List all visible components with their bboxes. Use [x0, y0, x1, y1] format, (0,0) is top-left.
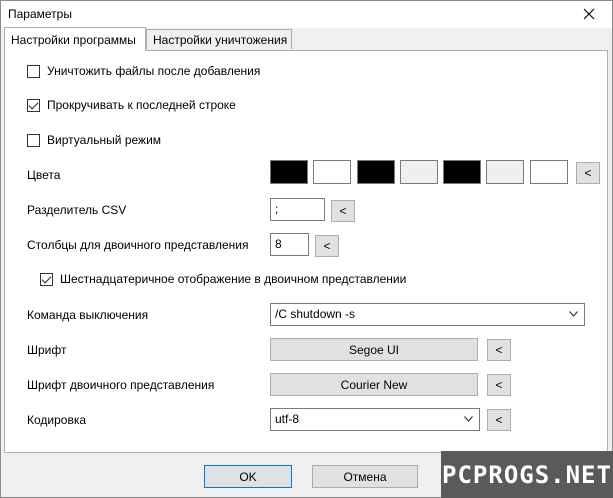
close-button[interactable]	[574, 3, 604, 25]
encoding-reset-button[interactable]: <	[487, 409, 511, 431]
binary-font-reset-button[interactable]: <	[487, 374, 511, 396]
color-swatch-6[interactable]	[486, 160, 524, 184]
watermark: PCPROGS.NET	[441, 451, 613, 498]
encoding-value: utf-8	[275, 412, 300, 426]
scroll-last-line-option[interactable]: Прокручивать к последней строке	[27, 95, 236, 115]
binary-font-label: Шрифт двоичного представления	[27, 378, 215, 392]
font-reset-button[interactable]: <	[487, 339, 511, 361]
color-swatch-4[interactable]	[400, 160, 438, 184]
tab-destroy-settings[interactable]: Настройки уничтожения	[146, 29, 292, 49]
virtual-mode-checkbox[interactable]	[27, 133, 40, 147]
chevron-down-icon	[569, 311, 578, 317]
hex-display-option[interactable]: Шестнадцатеричное отображение в двоичном…	[40, 269, 406, 289]
csv-separator-input[interactable]: ;	[270, 198, 325, 221]
ok-button[interactable]: OK	[204, 465, 292, 488]
color-swatch-2[interactable]	[313, 160, 351, 184]
shutdown-command-label: Команда выключения	[27, 308, 149, 322]
close-icon	[583, 8, 595, 20]
shutdown-command-value: /C shutdown -s	[275, 307, 356, 321]
binary-font-select-button[interactable]: Courier New	[270, 373, 478, 396]
encoding-label: Кодировка	[27, 413, 87, 427]
settings-dialog: Параметры Настройки программы Настройки …	[0, 0, 613, 498]
title-bar: Параметры	[1, 1, 612, 28]
binary-columns-label: Столбцы для двоичного представления	[27, 238, 249, 252]
binary-columns-input[interactable]: 8	[270, 233, 309, 256]
shutdown-command-combo[interactable]: /C shutdown -s	[270, 303, 585, 326]
colors-reset-button[interactable]: <	[576, 162, 600, 184]
encoding-combo[interactable]: utf-8	[270, 408, 480, 431]
virtual-mode-option[interactable]: Виртуальный режим	[27, 130, 161, 150]
destroy-after-add-checkbox[interactable]	[27, 64, 40, 78]
font-label: Шрифт	[27, 343, 67, 357]
chevron-down-icon	[464, 416, 473, 422]
settings-panel: Уничтожить файлы после добавления Прокру…	[4, 50, 608, 453]
cancel-button[interactable]: Отмена	[312, 465, 418, 488]
virtual-mode-label: Виртуальный режим	[47, 133, 162, 147]
color-swatch-1[interactable]	[270, 160, 308, 184]
destroy-after-add-option[interactable]: Уничтожить файлы после добавления	[27, 61, 260, 81]
scroll-last-line-checkbox[interactable]	[27, 98, 40, 112]
csv-separator-reset-button[interactable]: <	[331, 200, 355, 222]
color-swatch-5[interactable]	[443, 160, 481, 184]
color-swatch-3[interactable]	[357, 160, 395, 184]
color-swatch-7[interactable]	[530, 160, 568, 184]
hex-display-checkbox[interactable]	[40, 272, 53, 286]
destroy-after-add-label: Уничтожить файлы после добавления	[47, 64, 261, 78]
colors-label: Цвета	[27, 168, 61, 182]
tab-program-settings[interactable]: Настройки программы	[4, 27, 146, 51]
csv-separator-label: Разделитель CSV	[27, 203, 127, 217]
scroll-last-line-label: Прокручивать к последней строке	[47, 98, 236, 112]
font-select-button[interactable]: Segoe UI	[270, 338, 478, 361]
hex-display-label: Шестнадцатеричное отображение в двоичном…	[60, 272, 407, 286]
binary-columns-reset-button[interactable]: <	[315, 235, 339, 257]
window-title: Параметры	[8, 7, 72, 21]
